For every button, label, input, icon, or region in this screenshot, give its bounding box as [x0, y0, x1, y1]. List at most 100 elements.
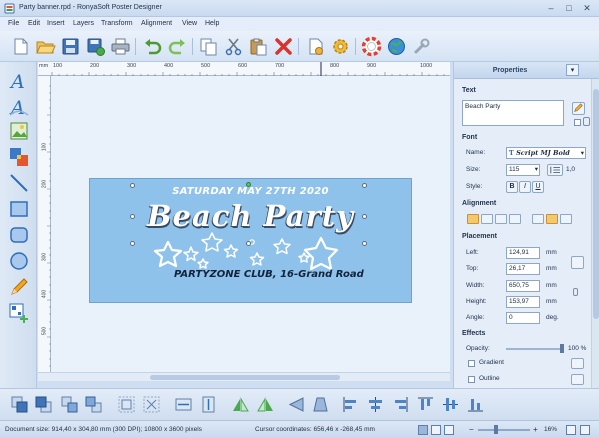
resize-handle-bottom[interactable] [246, 241, 251, 246]
valign-top-icon[interactable] [532, 214, 544, 224]
page-setup-icon[interactable] [305, 36, 326, 57]
align-left-icon[interactable] [341, 395, 360, 414]
left-input[interactable]: 124,91 [506, 247, 540, 259]
bold-button[interactable]: B [506, 181, 518, 193]
chevron-down-icon[interactable]: ▾ [566, 64, 579, 76]
fit-page-icon[interactable] [566, 425, 576, 435]
web-icon[interactable] [386, 36, 407, 57]
align-top-icon[interactable] [416, 395, 435, 414]
delete-icon[interactable] [273, 36, 294, 57]
resize-handle-left[interactable] [130, 214, 135, 219]
paste-icon[interactable] [248, 36, 269, 57]
zoom-slider-knob[interactable] [494, 425, 498, 434]
clipart-tool-icon[interactable] [8, 146, 30, 168]
angle-input[interactable]: 0 [506, 312, 540, 324]
redo-icon[interactable] [167, 36, 188, 57]
menu-layers[interactable]: Layers [73, 20, 94, 27]
new-document-icon[interactable] [10, 36, 31, 57]
group-icon[interactable] [117, 395, 136, 414]
open-folder-icon[interactable] [35, 36, 56, 57]
horizontal-scrollbar[interactable] [38, 372, 450, 381]
underline-button[interactable]: U [532, 181, 544, 193]
gradient-settings-button[interactable] [571, 358, 584, 369]
text-content-field[interactable]: Beach Party [462, 100, 564, 126]
rectangle-tool-icon[interactable] [8, 198, 30, 220]
italic-button[interactable]: I [519, 181, 531, 193]
resize-handle-top-right[interactable] [362, 183, 367, 188]
width-input[interactable]: 650,75 [506, 280, 540, 292]
zoom-slider[interactable] [478, 429, 530, 431]
font-size-select[interactable]: 115 ▾ [506, 164, 540, 176]
panel-scrollbar[interactable] [591, 79, 599, 388]
align-bottom-icon[interactable] [466, 395, 485, 414]
panel-scroll-thumb[interactable] [593, 89, 599, 319]
rotate-handle[interactable] [246, 182, 251, 187]
view-mode-icon[interactable] [418, 425, 428, 435]
actual-size-icon[interactable] [580, 425, 590, 435]
ellipse-tool-icon[interactable] [8, 250, 30, 272]
fit-height-icon[interactable] [199, 395, 218, 414]
opacity-slider-knob[interactable] [560, 344, 564, 353]
save-as-icon[interactable] [85, 36, 106, 57]
top-input[interactable]: 26,17 [506, 263, 540, 275]
undo-icon[interactable] [142, 36, 163, 57]
lock-icon[interactable] [583, 117, 590, 126]
horizontal-scroll-thumb[interactable] [150, 375, 340, 380]
maximize-button[interactable]: □ [561, 2, 577, 14]
view-mode-icon[interactable] [431, 425, 441, 435]
banner-canvas[interactable]: SATURDAY MAY 27TH 2020 Beach Party PARTY… [89, 178, 412, 303]
copy-icon[interactable] [198, 36, 219, 57]
cut-icon[interactable] [223, 36, 244, 57]
pencil-tool-icon[interactable] [8, 276, 30, 298]
banner-subtitle-text[interactable]: PARTYZONE CLUB, 16-Grand Road [174, 269, 364, 280]
rounded-rect-tool-icon[interactable] [8, 224, 30, 246]
minimize-button[interactable]: – [543, 2, 559, 14]
send-to-back-icon[interactable] [34, 395, 53, 414]
align-left-icon[interactable] [467, 214, 479, 224]
text-tool-icon[interactable]: A [8, 69, 30, 91]
fit-width-icon[interactable] [174, 395, 193, 414]
opacity-slider[interactable] [506, 348, 562, 350]
menu-edit[interactable]: Edit [28, 20, 40, 27]
height-input[interactable]: 153,97 [506, 296, 540, 308]
wrench-icon[interactable] [411, 36, 432, 57]
resize-handle-bottom-right[interactable] [362, 241, 367, 246]
bring-forward-icon[interactable] [60, 395, 79, 414]
bring-to-front-icon[interactable] [10, 395, 29, 414]
valign-bottom-icon[interactable] [560, 214, 572, 224]
print-icon[interactable] [110, 36, 131, 57]
menu-view[interactable]: View [182, 20, 197, 27]
close-button[interactable]: ✕ [579, 2, 595, 14]
outline-settings-button[interactable] [571, 374, 584, 385]
valign-middle-icon[interactable] [546, 214, 558, 224]
save-icon[interactable] [60, 36, 81, 57]
resize-handle-right[interactable] [362, 214, 367, 219]
text-option-checkbox[interactable] [574, 119, 581, 126]
line-tool-icon[interactable] [8, 172, 30, 194]
help-icon[interactable] [361, 36, 382, 57]
view-mode-icon[interactable] [444, 425, 454, 435]
line-spacing-button[interactable] [547, 164, 563, 176]
send-backward-icon[interactable] [84, 395, 103, 414]
font-name-select[interactable]: Ƭ Script MJ Bold ▾ [506, 147, 586, 159]
center-position-icon[interactable] [571, 256, 584, 269]
align-right-icon[interactable] [495, 214, 507, 224]
menu-insert[interactable]: Insert [47, 20, 65, 27]
canvas-area[interactable]: mm 100 200 300 400 500 600 700 800 900 1… [38, 62, 450, 372]
edit-text-icon[interactable] [572, 102, 585, 115]
outline-checkbox[interactable] [468, 376, 475, 383]
skew-left-icon[interactable] [287, 395, 306, 414]
align-right-icon[interactable] [391, 395, 410, 414]
skew-right-icon[interactable] [311, 395, 330, 414]
gradient-checkbox[interactable] [468, 360, 475, 367]
resize-handle-bottom-left[interactable] [130, 241, 135, 246]
flip-vertical-icon[interactable] [256, 395, 275, 414]
aspect-lock-icon[interactable] [573, 288, 578, 296]
resize-handle-top-left[interactable] [130, 183, 135, 188]
align-center-icon[interactable] [481, 214, 493, 224]
flip-horizontal-icon[interactable] [231, 395, 250, 414]
align-justify-icon[interactable] [509, 214, 521, 224]
menu-help[interactable]: Help [205, 20, 219, 27]
image-tool-icon[interactable] [8, 120, 30, 142]
qr-code-tool-icon[interactable] [8, 302, 30, 324]
